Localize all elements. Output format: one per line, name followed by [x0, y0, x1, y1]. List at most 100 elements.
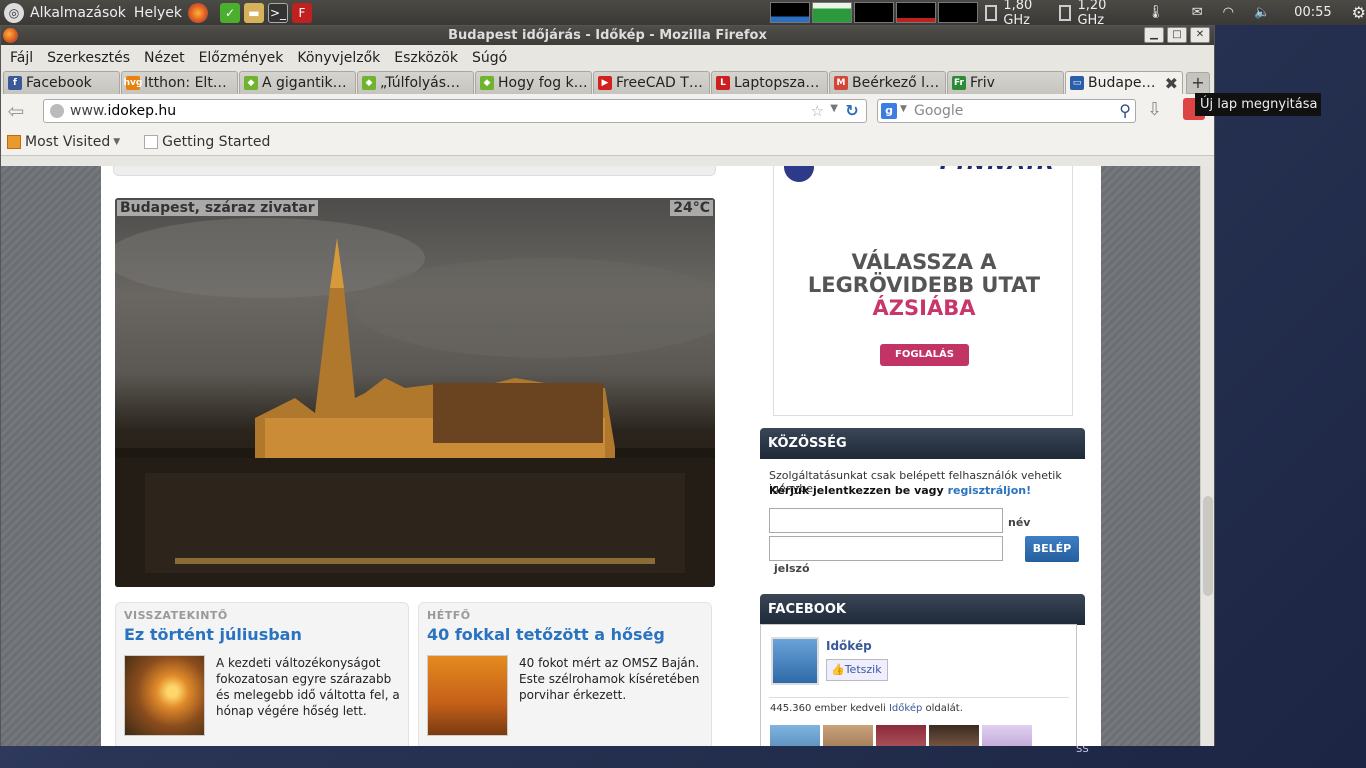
news-card-july[interactable]: VISSZATEKINTŐ Ez történt júliusban A kez…	[115, 602, 409, 746]
bookmark-star-icon[interactable]: ☆	[811, 102, 824, 120]
menu-history[interactable]: Előzmények	[192, 50, 291, 66]
site-identity-icon[interactable]	[50, 104, 64, 118]
login-button[interactable]: BELÉP	[1025, 536, 1079, 562]
back-arrow-icon[interactable]: ⇦	[1, 99, 31, 123]
tab-6[interactable]: L Laptopsza…	[711, 71, 828, 94]
terminal-launcher-icon[interactable]: >_	[267, 2, 288, 23]
menu-view[interactable]: Nézet	[137, 50, 192, 66]
tab-3[interactable]: ◆ „Túlfolyás…	[357, 71, 474, 94]
bookmark-getting-started[interactable]: Getting Started	[144, 134, 270, 150]
minimize-button[interactable]: ▁	[1144, 27, 1164, 43]
facebook-header: FACEBOOK	[760, 594, 1085, 625]
gear-icon[interactable]: ⚙	[1352, 3, 1366, 22]
scrollbar-thumb[interactable]	[1203, 496, 1213, 596]
ad-line-2: LEGRÖVIDEBB UTAT	[807, 273, 1041, 297]
page-scrollbar[interactable]	[1200, 166, 1214, 746]
url-dropdown-icon[interactable]: ▼	[830, 103, 838, 114]
community-prompt-bold: Kérjük jelentkezzen be vagy	[769, 484, 948, 497]
download-icon[interactable]: ⇩	[1147, 99, 1162, 120]
card-kicker: HÉTFŐ	[427, 609, 471, 622]
cpu-frequency-2[interactable]: 1,20 GHz	[1077, 0, 1127, 28]
password-field[interactable]	[769, 536, 1003, 561]
facebook-page-name[interactable]: Időkép	[826, 639, 872, 653]
fan-avatar[interactable]	[823, 725, 873, 746]
folder-launcher-icon[interactable]: ▬	[243, 2, 264, 23]
url-host: idokep.hu	[107, 103, 177, 119]
idokep-logo-icon[interactable]	[771, 637, 819, 685]
tab-favicon-icon: M	[834, 76, 848, 90]
tab-5[interactable]: ▶ FreeCAD T…	[593, 71, 710, 94]
menubar: Fájl Szerkesztés Nézet Előzmények Könyvj…	[1, 45, 1214, 70]
card-title[interactable]: Ez történt júliusban	[124, 625, 302, 644]
thumbs-up-icon: 👍	[831, 663, 845, 676]
tab-label: Beérkező l…	[852, 75, 940, 91]
tab-label: Itthon: Elt…	[144, 75, 227, 91]
fan-avatar[interactable]	[876, 725, 926, 746]
bookmark-most-visited[interactable]: Most Visited ▼	[7, 134, 120, 150]
new-tab-button[interactable]: +	[1186, 72, 1210, 94]
tab-close-icon[interactable]: ✖	[1165, 74, 1178, 93]
places-menu[interactable]: Helyek	[130, 5, 186, 21]
card-thumbnail[interactable]	[124, 655, 205, 736]
divider	[769, 697, 1069, 698]
weather-photo[interactable]: Budapest, száraz zivatar 24°C	[115, 198, 715, 587]
card-title[interactable]: 40 fokkal tetőzött a hőség	[427, 625, 665, 644]
menu-help[interactable]: Súgó	[465, 50, 514, 66]
fan-avatar[interactable]	[929, 725, 979, 746]
applications-menu[interactable]: Alkalmazások	[26, 5, 130, 21]
search-bar[interactable]: g ▼ Google ⚲	[877, 99, 1136, 123]
register-link[interactable]: regisztráljon!	[948, 484, 1032, 497]
facebook-like-button[interactable]: 👍Tetszik	[826, 659, 888, 681]
thermometer-icon[interactable]: 🌡	[1147, 5, 1164, 20]
like-count-link[interactable]: Időkép	[889, 703, 922, 714]
community-login-prompt: Kérjük jelentkezzen be vagy regisztráljo…	[769, 484, 1031, 497]
swap-monitor	[896, 2, 936, 23]
card-text: 40 fokot mért az OMSZ Baján. Este szélro…	[519, 656, 700, 702]
ad-brand: FINNAIR	[940, 166, 1056, 175]
card-thumbnail[interactable]	[427, 655, 508, 736]
checkmark-launcher-icon[interactable]: ✓	[219, 2, 240, 23]
volume-icon[interactable]: 🔈	[1254, 5, 1270, 20]
search-icon[interactable]: ⚲	[1119, 101, 1131, 120]
tab-label: FreeCAD T…	[616, 75, 703, 91]
freecad-launcher-icon[interactable]: F	[291, 2, 312, 23]
username-field[interactable]	[769, 508, 1003, 533]
tab-favicon-icon: hvg	[123, 76, 143, 90]
news-card-heat[interactable]: HÉTFŐ 40 fokkal tetőzött a hőség 40 foko…	[418, 602, 712, 746]
tab-1[interactable]: hvg Itthon: Elt…	[121, 71, 238, 94]
mail-icon[interactable]: ✉	[1192, 5, 1203, 20]
menu-file[interactable]: Fájl	[3, 50, 40, 66]
username-label: név	[1008, 516, 1031, 529]
fan-avatar[interactable]	[982, 725, 1032, 746]
reload-icon[interactable]: ↻	[842, 101, 862, 121]
ad-booking-button[interactable]: FOGLALÁS MOST	[880, 344, 969, 382]
tab-0[interactable]: f Facebook	[3, 71, 120, 94]
search-engine-dropdown-icon[interactable]: ▼	[900, 104, 907, 114]
wifi-icon[interactable]: ◠	[1223, 5, 1234, 20]
cpu-frequency-1[interactable]: 1,80 GHz	[1003, 0, 1053, 28]
window-titlebar[interactable]: Budapest időjárás - Időkép - Mozilla Fir…	[1, 26, 1214, 45]
menu-tools[interactable]: Eszközök	[387, 50, 465, 66]
tab-7[interactable]: M Beérkező l…	[829, 71, 946, 94]
clock[interactable]: 00:55	[1294, 5, 1331, 20]
system-monitors[interactable]	[770, 2, 978, 23]
tab-2[interactable]: ◆ A gigantik…	[239, 71, 356, 94]
firefox-launcher-icon[interactable]	[187, 2, 208, 23]
tab-8[interactable]: Fr Friv	[947, 71, 1064, 94]
finnair-ad[interactable]: FINNAIR VÁLASSZA A LEGRÖVIDEBB UTAT ÁZSI…	[773, 166, 1073, 416]
page-icon	[144, 134, 159, 149]
getting-started-label: Getting Started	[162, 133, 271, 150]
menu-edit[interactable]: Szerkesztés	[40, 50, 137, 66]
maximize-button[interactable]: □	[1167, 27, 1187, 43]
tab-favicon-icon: Fr	[952, 76, 966, 90]
tab-active[interactable]: ▭ Budape… ✖	[1065, 71, 1183, 94]
tab-4[interactable]: ◆ Hogy fog k…	[475, 71, 592, 94]
google-engine-icon[interactable]: g	[881, 103, 897, 119]
close-button[interactable]: ✕	[1190, 27, 1210, 43]
menu-bookmarks[interactable]: Könyvjelzők	[290, 50, 387, 66]
tab-label: A gigantik…	[262, 75, 347, 91]
fan-avatar[interactable]	[770, 725, 820, 746]
ubuntu-logo-icon[interactable]: ◎	[4, 2, 24, 23]
url-bar[interactable]: www. idokep.hu ☆ ▼ ↻	[43, 99, 867, 123]
window-title: Budapest időjárás - Időkép - Mozilla Fir…	[448, 28, 767, 43]
